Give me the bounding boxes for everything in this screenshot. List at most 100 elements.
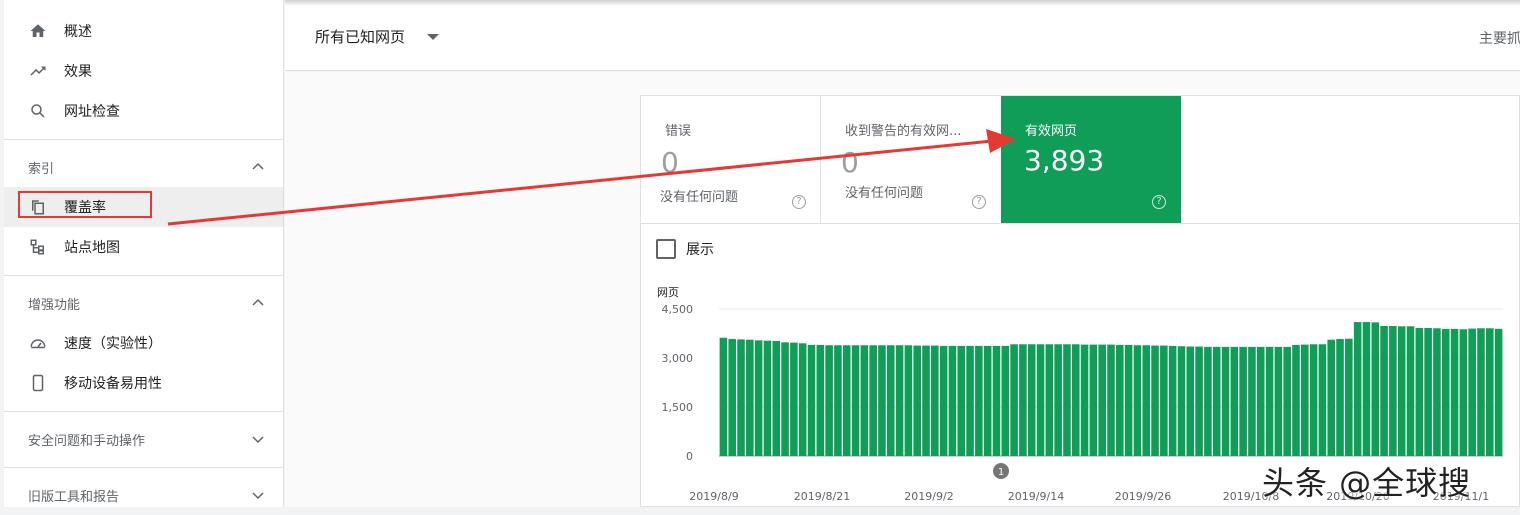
bar[interactable] [983, 345, 992, 456]
page-filter-dropdown[interactable]: 所有已知网页 [315, 26, 440, 47]
bar[interactable] [1397, 326, 1406, 456]
bar[interactable] [1160, 345, 1168, 456]
bar[interactable] [1151, 345, 1159, 456]
bar[interactable] [772, 341, 781, 456]
bar[interactable] [1415, 327, 1424, 456]
bar[interactable] [1389, 325, 1397, 456]
bar[interactable] [1027, 344, 1036, 456]
bar[interactable] [1274, 346, 1283, 456]
tile-valid-with-warnings[interactable]: 收到警告的有效网... 0 没有任何问题 ? [821, 96, 1001, 223]
bar[interactable] [754, 340, 763, 456]
bar[interactable] [834, 345, 842, 456]
bar[interactable] [1133, 345, 1142, 456]
bar[interactable] [860, 345, 869, 456]
bar[interactable] [1477, 328, 1485, 456]
bar[interactable] [1459, 329, 1468, 456]
bar[interactable] [1080, 344, 1089, 456]
bar[interactable] [842, 345, 851, 456]
sidebar-item-performance[interactable]: 效果 [4, 51, 283, 91]
bar[interactable] [1054, 344, 1062, 456]
bar[interactable] [825, 345, 833, 456]
bar[interactable] [1265, 346, 1274, 456]
bar[interactable] [966, 345, 974, 456]
bar[interactable] [975, 345, 983, 456]
bar[interactable] [1283, 346, 1291, 456]
bar[interactable] [1406, 326, 1415, 456]
bar[interactable] [1124, 344, 1133, 456]
show-checkbox-row[interactable]: 展示 [656, 239, 714, 259]
bar[interactable] [869, 345, 877, 456]
sidebar-item-sitemaps[interactable]: 站点地图 [4, 227, 283, 267]
bar[interactable] [1336, 339, 1344, 456]
show-checkbox[interactable] [656, 239, 676, 259]
bar[interactable] [1301, 344, 1309, 456]
section-index[interactable]: 索引 [4, 147, 283, 187]
help-icon[interactable]: ? [1152, 195, 1166, 209]
help-icon[interactable]: ? [792, 195, 806, 209]
bar[interactable] [992, 345, 1001, 456]
bar[interactable] [1063, 344, 1071, 456]
bar[interactable] [922, 345, 930, 456]
bar[interactable] [1098, 344, 1106, 456]
bar[interactable] [1494, 328, 1503, 456]
bar[interactable] [1239, 346, 1247, 456]
bar[interactable] [737, 339, 745, 456]
bar[interactable] [816, 344, 825, 456]
bar[interactable] [948, 345, 957, 456]
bar[interactable] [851, 345, 860, 456]
bar[interactable] [886, 345, 895, 456]
sidebar-item-overview[interactable]: 概述 [4, 11, 283, 51]
tile-errors[interactable]: 错误 0 没有任何问题 ? [641, 96, 821, 223]
bar[interactable] [1177, 346, 1186, 456]
bar[interactable] [1212, 346, 1221, 456]
bar[interactable] [1186, 346, 1195, 456]
bar[interactable] [790, 342, 798, 456]
bar[interactable] [904, 345, 913, 456]
section-enhancements[interactable]: 增强功能 [4, 283, 283, 323]
bar[interactable] [939, 345, 948, 456]
bar[interactable] [746, 339, 754, 456]
bar[interactable] [1001, 345, 1010, 456]
bar[interactable] [1045, 344, 1054, 456]
bar[interactable] [807, 344, 816, 456]
bar[interactable] [1195, 346, 1203, 456]
bar[interactable] [1433, 328, 1441, 456]
bar[interactable] [763, 340, 772, 456]
bar[interactable] [1380, 325, 1388, 456]
bar[interactable] [957, 345, 966, 456]
bar[interactable] [1309, 344, 1318, 456]
bar[interactable] [1248, 346, 1256, 456]
bar[interactable] [1468, 328, 1476, 456]
bar[interactable] [798, 343, 807, 456]
bar[interactable] [878, 345, 886, 456]
bar[interactable] [1116, 344, 1124, 456]
bar[interactable] [931, 345, 939, 456]
section-security-manual-actions[interactable]: 安全问题和手动操作 [4, 419, 283, 459]
bar[interactable] [1424, 327, 1432, 456]
bar[interactable] [781, 342, 789, 456]
bar[interactable] [1204, 346, 1212, 456]
sidebar-item-url-inspection[interactable]: 网址检查 [4, 91, 283, 131]
bar[interactable] [719, 337, 728, 456]
bar[interactable] [895, 345, 904, 456]
bar[interactable] [1107, 344, 1115, 456]
bar[interactable] [1353, 322, 1362, 456]
bar[interactable] [1327, 339, 1336, 456]
help-icon[interactable]: ? [972, 195, 986, 209]
bar[interactable] [1318, 344, 1327, 456]
bar[interactable] [1485, 328, 1494, 456]
bar[interactable] [1371, 322, 1380, 456]
bar[interactable] [913, 345, 921, 456]
bar[interactable] [1168, 345, 1177, 456]
bar[interactable] [1089, 344, 1098, 456]
bar[interactable] [1292, 344, 1300, 456]
bar[interactable] [1345, 338, 1353, 456]
bar[interactable] [1230, 346, 1239, 456]
sidebar-item-coverage[interactable]: 覆盖率 [4, 187, 283, 227]
sidebar-item-speed[interactable]: 速度（实验性） [4, 323, 283, 363]
bar[interactable] [1010, 344, 1018, 456]
bar[interactable] [1019, 344, 1027, 456]
tile-valid[interactable]: 有效网页 3,893 ? [1001, 96, 1181, 223]
bar[interactable] [728, 339, 737, 456]
bar[interactable] [1221, 346, 1230, 456]
